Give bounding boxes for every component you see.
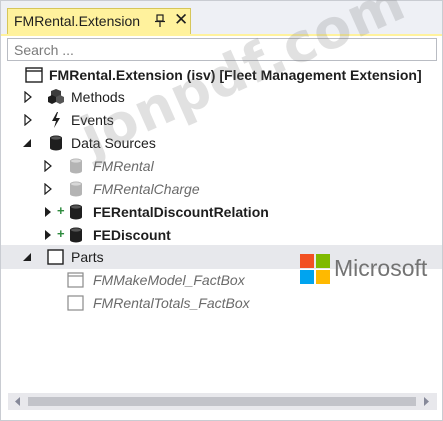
- added-plus-icon: +: [57, 226, 65, 241]
- expand-arrow-icon[interactable]: [43, 183, 53, 195]
- database-icon: [70, 181, 82, 197]
- database-icon: [70, 158, 82, 174]
- datasource-label: FERentalDiscountRelation: [93, 204, 269, 220]
- database-icon: [50, 135, 62, 151]
- factbox-icon: [67, 295, 84, 311]
- scrollbar-thumb[interactable]: [28, 397, 416, 406]
- database-icon: [70, 227, 82, 243]
- lightning-icon: [52, 112, 60, 128]
- tree-item-label: Parts: [71, 249, 104, 265]
- expand-arrow-icon[interactable]: [23, 114, 33, 126]
- microsoft-watermark-text: Microsoft: [334, 255, 428, 281]
- part-label: FMMakeModel_FactBox: [93, 272, 245, 288]
- collapse-arrow-icon[interactable]: [22, 137, 32, 149]
- tab-title: FMRental.Extension: [14, 13, 141, 29]
- document-tab[interactable]: FMRental.Extension ✕: [7, 8, 191, 34]
- datasource-item[interactable]: + FEDiscount: [1, 224, 442, 247]
- solution-explorer-window: FMRental.Extension ✕ FMRental.Extension …: [0, 0, 443, 421]
- collapse-arrow-icon[interactable]: [22, 251, 32, 263]
- expand-arrow-icon[interactable]: [43, 229, 53, 241]
- database-icon: [70, 204, 82, 220]
- expand-arrow-icon[interactable]: [23, 91, 33, 103]
- factbox-icon: [67, 272, 84, 288]
- part-item[interactable]: FMRentalTotals_FactBox: [1, 292, 442, 315]
- close-icon[interactable]: ✕: [174, 10, 188, 30]
- scroll-left-icon[interactable]: [12, 396, 23, 407]
- datasource-label: FMRentalCharge: [93, 181, 200, 197]
- form-icon: [25, 67, 43, 83]
- part-label: FMRentalTotals_FactBox: [93, 295, 250, 311]
- expand-arrow-icon[interactable]: [43, 160, 53, 172]
- added-plus-icon: +: [57, 203, 65, 218]
- horizontal-scrollbar[interactable]: [8, 393, 437, 410]
- scroll-right-icon[interactable]: [421, 396, 432, 407]
- expand-arrow-icon[interactable]: [43, 206, 53, 218]
- parts-icon: [47, 249, 64, 265]
- datasource-item[interactable]: FMRentalCharge: [1, 178, 442, 201]
- datasource-label: FEDiscount: [93, 227, 171, 243]
- pin-icon[interactable]: [154, 13, 166, 29]
- datasource-item[interactable]: FMRental: [1, 155, 442, 178]
- tree-item-data-sources[interactable]: Data Sources: [1, 132, 442, 155]
- microsoft-logo-icon: [300, 254, 330, 284]
- datasource-item[interactable]: + FERentalDiscountRelation: [1, 201, 442, 224]
- methods-icon: [48, 89, 64, 104]
